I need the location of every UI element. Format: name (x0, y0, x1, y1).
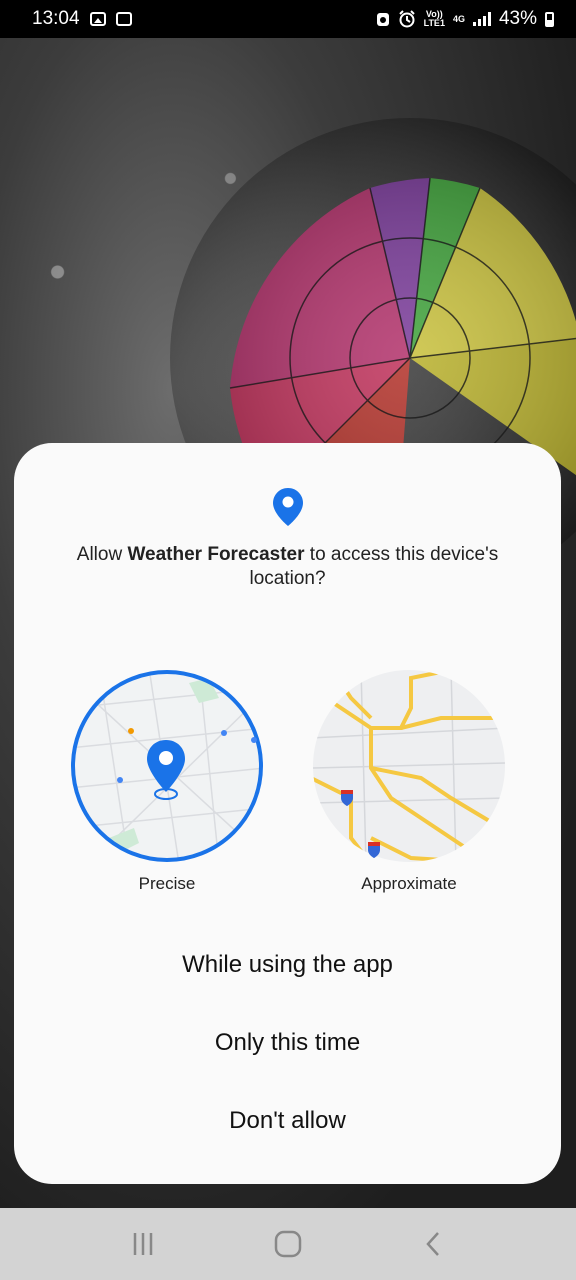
clipboard-icon (115, 12, 132, 26)
while-using-app-button[interactable]: While using the app (44, 937, 531, 993)
location-permission-dialog: Allow Weather Forecaster to access this … (14, 443, 561, 1184)
battery-icon (545, 11, 554, 27)
home-icon (274, 1230, 302, 1258)
signal-icon (472, 12, 491, 26)
home-button[interactable] (258, 1220, 318, 1268)
location-pin-icon (273, 488, 303, 526)
status-left: 13:04 (32, 8, 132, 30)
status-right: Vo)) LTE1 4G 43% (376, 8, 554, 30)
back-icon (426, 1232, 440, 1256)
alarm-icon (398, 10, 415, 28)
precise-option[interactable]: Precise (69, 668, 265, 894)
recents-button[interactable] (113, 1220, 173, 1268)
gallery-icon (89, 12, 106, 26)
navigation-bar (0, 1208, 576, 1280)
recents-icon (133, 1233, 152, 1255)
precise-map-icon (71, 670, 263, 862)
precise-label: Precise (138, 874, 196, 893)
permission-message: Allow Weather Forecaster to access this … (44, 543, 531, 591)
volte-bottom: LTE1 (423, 18, 445, 28)
only-this-time-button[interactable]: Only this time (44, 1015, 531, 1071)
status-time: 13:04 (32, 8, 80, 29)
status-bar: 13:04 Vo)) LTE1 4G 43% (0, 0, 576, 38)
battery-percent: 43% (498, 8, 537, 29)
dont-allow-button[interactable]: Don't allow (44, 1093, 531, 1149)
app-name: Weather Forecaster (127, 544, 305, 565)
approximate-option[interactable]: Approximate (311, 668, 507, 894)
back-button[interactable] (403, 1220, 463, 1268)
network-type: 4G (452, 13, 465, 24)
approximate-label: Approximate (361, 874, 457, 893)
recycle-icon (376, 13, 389, 26)
volte-indicator: Vo)) LTE1 (424, 10, 445, 28)
message-prefix: Allow (76, 544, 128, 565)
approximate-map-icon (313, 670, 505, 862)
